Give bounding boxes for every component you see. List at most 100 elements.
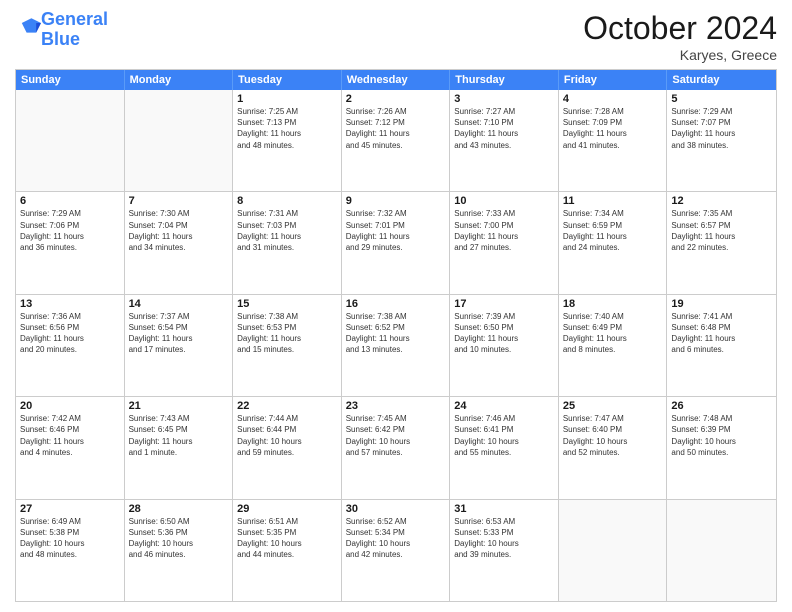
day-info: Sunrise: 6:53 AM Sunset: 5:33 PM Dayligh… xyxy=(454,516,554,561)
day-info: Sunrise: 7:38 AM Sunset: 6:52 PM Dayligh… xyxy=(346,311,446,356)
day-info: Sunrise: 7:25 AM Sunset: 7:13 PM Dayligh… xyxy=(237,106,337,151)
location: Karyes, Greece xyxy=(583,47,777,63)
day-number: 6 xyxy=(20,195,120,207)
day-number: 19 xyxy=(671,298,772,310)
calendar-cell: 17Sunrise: 7:39 AM Sunset: 6:50 PM Dayli… xyxy=(450,295,559,396)
logo-icon xyxy=(17,15,41,39)
calendar-cell: 19Sunrise: 7:41 AM Sunset: 6:48 PM Dayli… xyxy=(667,295,776,396)
weekday-header: Monday xyxy=(125,70,234,90)
weekday-header: Tuesday xyxy=(233,70,342,90)
day-info: Sunrise: 6:50 AM Sunset: 5:36 PM Dayligh… xyxy=(129,516,229,561)
weekday-header: Wednesday xyxy=(342,70,451,90)
calendar-cell: 1Sunrise: 7:25 AM Sunset: 7:13 PM Daylig… xyxy=(233,90,342,191)
day-info: Sunrise: 7:44 AM Sunset: 6:44 PM Dayligh… xyxy=(237,413,337,458)
calendar-cell: 11Sunrise: 7:34 AM Sunset: 6:59 PM Dayli… xyxy=(559,192,668,293)
calendar-cell: 22Sunrise: 7:44 AM Sunset: 6:44 PM Dayli… xyxy=(233,397,342,498)
calendar-cell: 5Sunrise: 7:29 AM Sunset: 7:07 PM Daylig… xyxy=(667,90,776,191)
calendar-row: 6Sunrise: 7:29 AM Sunset: 7:06 PM Daylig… xyxy=(16,192,776,294)
calendar-cell: 7Sunrise: 7:30 AM Sunset: 7:04 PM Daylig… xyxy=(125,192,234,293)
calendar-cell: 23Sunrise: 7:45 AM Sunset: 6:42 PM Dayli… xyxy=(342,397,451,498)
calendar-cell xyxy=(125,90,234,191)
header: General Blue October 2024 Karyes, Greece xyxy=(15,10,777,63)
day-number: 31 xyxy=(454,503,554,515)
day-number: 4 xyxy=(563,93,663,105)
calendar-cell: 6Sunrise: 7:29 AM Sunset: 7:06 PM Daylig… xyxy=(16,192,125,293)
day-number: 27 xyxy=(20,503,120,515)
day-number: 3 xyxy=(454,93,554,105)
calendar-cell: 28Sunrise: 6:50 AM Sunset: 5:36 PM Dayli… xyxy=(125,500,234,601)
weekday-header: Friday xyxy=(559,70,668,90)
day-info: Sunrise: 7:29 AM Sunset: 7:07 PM Dayligh… xyxy=(671,106,772,151)
day-info: Sunrise: 7:47 AM Sunset: 6:40 PM Dayligh… xyxy=(563,413,663,458)
day-info: Sunrise: 7:36 AM Sunset: 6:56 PM Dayligh… xyxy=(20,311,120,356)
day-number: 30 xyxy=(346,503,446,515)
calendar-row: 20Sunrise: 7:42 AM Sunset: 6:46 PM Dayli… xyxy=(16,397,776,499)
day-number: 18 xyxy=(563,298,663,310)
day-number: 5 xyxy=(671,93,772,105)
calendar-cell: 15Sunrise: 7:38 AM Sunset: 6:53 PM Dayli… xyxy=(233,295,342,396)
day-number: 7 xyxy=(129,195,229,207)
day-number: 21 xyxy=(129,400,229,412)
calendar-cell: 26Sunrise: 7:48 AM Sunset: 6:39 PM Dayli… xyxy=(667,397,776,498)
day-number: 13 xyxy=(20,298,120,310)
calendar-cell: 2Sunrise: 7:26 AM Sunset: 7:12 PM Daylig… xyxy=(342,90,451,191)
day-info: Sunrise: 7:30 AM Sunset: 7:04 PM Dayligh… xyxy=(129,208,229,253)
calendar-row: 1Sunrise: 7:25 AM Sunset: 7:13 PM Daylig… xyxy=(16,90,776,192)
title-block: October 2024 Karyes, Greece xyxy=(583,10,777,63)
day-number: 14 xyxy=(129,298,229,310)
day-number: 23 xyxy=(346,400,446,412)
day-number: 25 xyxy=(563,400,663,412)
page: General Blue October 2024 Karyes, Greece… xyxy=(0,0,792,612)
month-title: October 2024 xyxy=(583,10,777,47)
calendar-body: 1Sunrise: 7:25 AM Sunset: 7:13 PM Daylig… xyxy=(16,90,776,601)
day-info: Sunrise: 6:49 AM Sunset: 5:38 PM Dayligh… xyxy=(20,516,120,561)
day-info: Sunrise: 7:31 AM Sunset: 7:03 PM Dayligh… xyxy=(237,208,337,253)
day-info: Sunrise: 7:38 AM Sunset: 6:53 PM Dayligh… xyxy=(237,311,337,356)
day-number: 24 xyxy=(454,400,554,412)
day-info: Sunrise: 6:52 AM Sunset: 5:34 PM Dayligh… xyxy=(346,516,446,561)
day-number: 9 xyxy=(346,195,446,207)
calendar-cell: 20Sunrise: 7:42 AM Sunset: 6:46 PM Dayli… xyxy=(16,397,125,498)
day-info: Sunrise: 7:28 AM Sunset: 7:09 PM Dayligh… xyxy=(563,106,663,151)
day-info: Sunrise: 7:34 AM Sunset: 6:59 PM Dayligh… xyxy=(563,208,663,253)
day-number: 20 xyxy=(20,400,120,412)
day-info: Sunrise: 7:40 AM Sunset: 6:49 PM Dayligh… xyxy=(563,311,663,356)
day-info: Sunrise: 6:51 AM Sunset: 5:35 PM Dayligh… xyxy=(237,516,337,561)
calendar-cell: 9Sunrise: 7:32 AM Sunset: 7:01 PM Daylig… xyxy=(342,192,451,293)
day-info: Sunrise: 7:46 AM Sunset: 6:41 PM Dayligh… xyxy=(454,413,554,458)
day-number: 16 xyxy=(346,298,446,310)
day-number: 29 xyxy=(237,503,337,515)
day-number: 26 xyxy=(671,400,772,412)
calendar-cell: 27Sunrise: 6:49 AM Sunset: 5:38 PM Dayli… xyxy=(16,500,125,601)
calendar-cell: 29Sunrise: 6:51 AM Sunset: 5:35 PM Dayli… xyxy=(233,500,342,601)
day-info: Sunrise: 7:43 AM Sunset: 6:45 PM Dayligh… xyxy=(129,413,229,458)
day-number: 2 xyxy=(346,93,446,105)
day-info: Sunrise: 7:41 AM Sunset: 6:48 PM Dayligh… xyxy=(671,311,772,356)
day-number: 11 xyxy=(563,195,663,207)
calendar-row: 27Sunrise: 6:49 AM Sunset: 5:38 PM Dayli… xyxy=(16,500,776,601)
calendar-cell: 10Sunrise: 7:33 AM Sunset: 7:00 PM Dayli… xyxy=(450,192,559,293)
day-number: 28 xyxy=(129,503,229,515)
calendar-cell: 12Sunrise: 7:35 AM Sunset: 6:57 PM Dayli… xyxy=(667,192,776,293)
logo-text: General Blue xyxy=(41,10,108,50)
day-number: 1 xyxy=(237,93,337,105)
calendar: SundayMondayTuesdayWednesdayThursdayFrid… xyxy=(15,69,777,602)
calendar-cell: 21Sunrise: 7:43 AM Sunset: 6:45 PM Dayli… xyxy=(125,397,234,498)
day-info: Sunrise: 7:33 AM Sunset: 7:00 PM Dayligh… xyxy=(454,208,554,253)
day-info: Sunrise: 7:45 AM Sunset: 6:42 PM Dayligh… xyxy=(346,413,446,458)
day-info: Sunrise: 7:29 AM Sunset: 7:06 PM Dayligh… xyxy=(20,208,120,253)
weekday-header: Saturday xyxy=(667,70,776,90)
day-number: 10 xyxy=(454,195,554,207)
day-number: 17 xyxy=(454,298,554,310)
calendar-cell: 4Sunrise: 7:28 AM Sunset: 7:09 PM Daylig… xyxy=(559,90,668,191)
calendar-cell xyxy=(667,500,776,601)
day-number: 15 xyxy=(237,298,337,310)
weekday-header: Thursday xyxy=(450,70,559,90)
calendar-cell xyxy=(16,90,125,191)
calendar-cell: 31Sunrise: 6:53 AM Sunset: 5:33 PM Dayli… xyxy=(450,500,559,601)
calendar-cell: 14Sunrise: 7:37 AM Sunset: 6:54 PM Dayli… xyxy=(125,295,234,396)
day-info: Sunrise: 7:32 AM Sunset: 7:01 PM Dayligh… xyxy=(346,208,446,253)
calendar-cell: 13Sunrise: 7:36 AM Sunset: 6:56 PM Dayli… xyxy=(16,295,125,396)
day-info: Sunrise: 7:26 AM Sunset: 7:12 PM Dayligh… xyxy=(346,106,446,151)
day-number: 22 xyxy=(237,400,337,412)
